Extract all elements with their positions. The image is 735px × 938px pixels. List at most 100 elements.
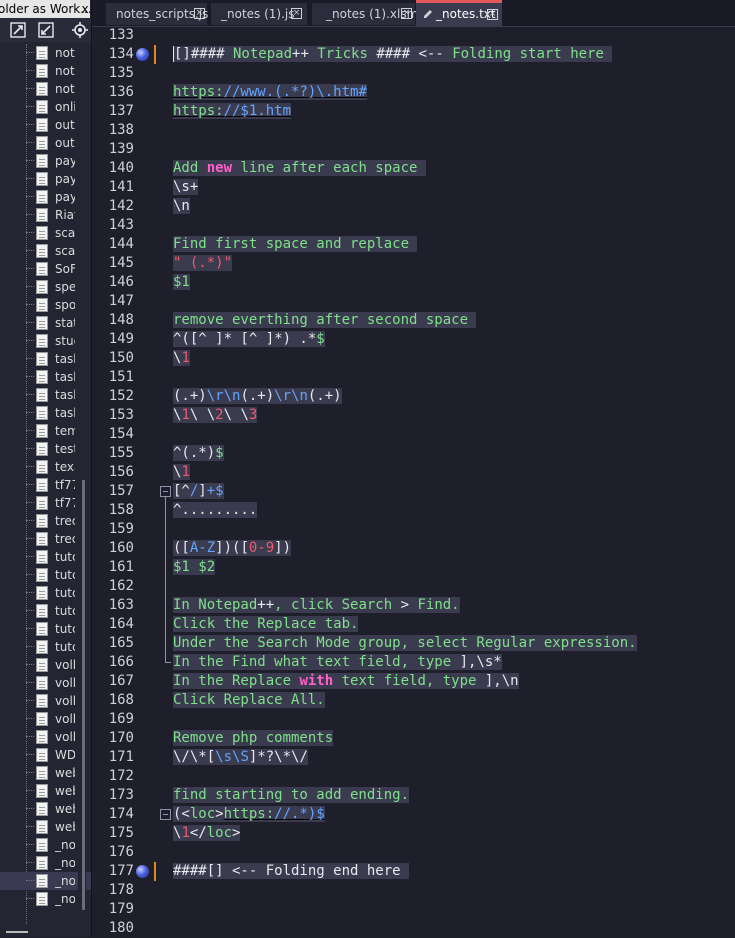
file-name: pay [55,172,75,186]
code-line[interactable]: (.+)\r\n(.+)\r\n(.+) [173,387,342,406]
line-number: 150 [108,350,134,366]
code-line[interactable]: ^(.*)$ [173,444,224,463]
line-number: 153 [108,407,134,423]
code-line[interactable]: \1\ \2\ \3 [173,406,258,425]
file-icon [36,856,48,870]
code-line[interactable]: Remove php comments [173,729,334,748]
tab-notes-1-js[interactable]: _notes (1).js × [211,3,307,25]
code-line[interactable]: Add new line after each space [173,159,426,178]
code-line[interactable]: Click Replace All. [173,691,325,710]
tree-connector [26,376,34,377]
code-line[interactable]: Click the Replace tab. [173,615,359,634]
fold-toggle-icon[interactable] [160,809,171,820]
code-line[interactable]: In the Replace with text field, type ],\… [173,672,519,691]
file-name: _no [55,856,75,870]
file-icon [36,424,48,438]
file-name: voll [55,694,75,708]
file-name: WD [55,748,75,762]
expand-icon[interactable] [38,22,54,38]
line-number: 155 [108,445,134,461]
panel-title: older as Work... [0,2,90,16]
file-icon [36,136,48,150]
bookmark-icon[interactable] [136,48,149,61]
code-line[interactable]: https://$1.htm [173,102,292,121]
file-icon [36,46,48,60]
tree-connector [26,628,34,629]
panel-divider [91,0,92,937]
code-line[interactable]: (<loc>https://.*)$ [173,805,325,824]
tree-connector [26,880,34,881]
code-line[interactable]: Under the Search Mode group, select Regu… [173,634,637,653]
code-line[interactable]: $1 [173,273,190,292]
close-icon[interactable]: × [401,8,412,19]
line-number: 147 [108,293,134,309]
code-line[interactable]: ^([^ ]* [^ ]*) .*$ [173,330,325,349]
close-icon[interactable]: × [291,8,302,19]
fold-toggle-icon[interactable] [160,486,171,497]
line-number: 137 [108,103,134,119]
file-icon [36,352,48,366]
tree-connector [26,106,34,107]
code-line[interactable]: https://www.(.*?)\.htm# [173,83,367,102]
file-name: _no [55,892,75,906]
line-number-gutter: 133 134 135 136 137 138 139 140 141 142 143 144 145 1… [98,27,171,937]
code-line[interactable]: \/\*[\s\S]*?\*\/ [173,748,308,767]
code-line[interactable]: " (.*)" [173,254,233,273]
line-number: 158 [108,502,134,518]
line-number: 141 [108,179,134,195]
panel-close-button[interactable]: x [80,0,90,18]
code-line[interactable]: Find first space and replace [173,235,418,254]
line-number: 162 [108,578,134,594]
tree-connector [26,574,34,575]
tree-connector [26,772,34,773]
code-line[interactable]: find starting to add ending. [173,786,410,805]
file-icon [36,622,48,636]
bookmark-icon[interactable] [136,865,149,878]
tree-connector [26,430,34,431]
collapse-all-icon[interactable] [10,22,26,38]
locate-icon[interactable] [72,22,88,38]
file-name: tutc [55,622,75,636]
tree-connector [26,484,34,485]
code-line[interactable]: \1 [173,463,190,482]
tree-connector [26,862,34,863]
code-line[interactable]: []#### Notepad++ Tricks #### <-- Folding… [173,45,613,64]
tree-connector [26,88,34,89]
close-icon[interactable]: × [487,9,498,20]
editor[interactable]: 133 134 135 136 137 138 139 140 141 142 143 144 145 1… [98,27,735,937]
change-history-mark [154,862,156,881]
code-line[interactable]: \1 [173,349,190,368]
line-number: 145 [108,255,134,271]
file-icon [36,892,48,906]
line-number: 164 [108,616,134,632]
file-name: voll [55,712,75,726]
code-line[interactable]: ####[] <-- Folding end here [173,862,410,881]
pencil-icon [424,10,432,18]
line-number: 151 [108,369,134,385]
file-icon [36,442,48,456]
file-name: pay [55,190,75,204]
tab-notes-txt[interactable]: _notes.txt × [416,0,502,28]
line-number: 152 [108,388,134,404]
line-number: 174 [108,806,134,822]
tab-notes-scripts-js[interactable]: notes_scripts.js × [106,3,208,25]
code-line[interactable]: [^/]+$ [173,482,224,501]
code-line[interactable]: \s+ [173,178,199,197]
tree-connector [26,250,34,251]
code-line[interactable]: ([A-Z])([0-9]) [173,539,292,558]
code-line[interactable]: \1</loc> [173,824,241,843]
panel-hscrollbar[interactable] [6,931,28,933]
code-line[interactable]: $1 $2 [173,558,216,577]
tree-connector [26,304,34,305]
code-line[interactable]: \n [173,197,190,216]
code-line[interactable]: In Notepad++, click Search > Find. [173,596,460,615]
code-line[interactable]: remove everthing after second space [173,311,477,330]
line-number: 159 [108,521,134,537]
panel-scrollbar-thumb[interactable] [82,480,85,910]
code-line[interactable]: ^......... [173,501,258,520]
tab-notes-1-xlsm[interactable]: _notes (1).xlsm × [312,3,418,25]
line-number: 156 [108,464,134,480]
close-icon[interactable]: × [194,8,205,19]
code-line[interactable]: In the Find what text field, type ],\s* [173,653,502,672]
fold-end-mark [165,662,171,663]
